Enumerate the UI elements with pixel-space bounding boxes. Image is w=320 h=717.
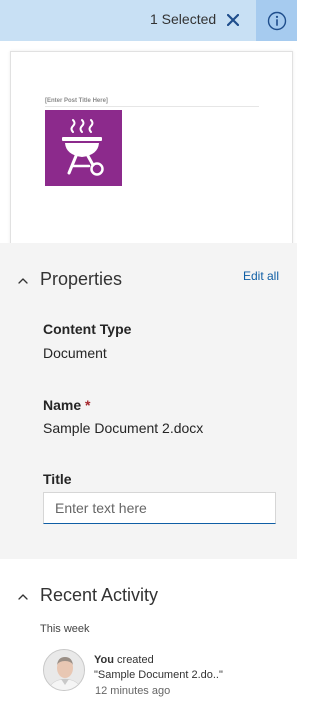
- info-pane-button[interactable]: [256, 0, 297, 41]
- avatar[interactable]: [43, 649, 85, 691]
- activity-period-label: This week: [40, 623, 90, 635]
- title-divider: [45, 106, 259, 107]
- selection-count: 1 Selected: [150, 11, 217, 27]
- clear-selection-button[interactable]: [222, 8, 244, 32]
- edit-all-link[interactable]: Edit all: [243, 269, 279, 283]
- name-label: Name *: [43, 397, 90, 413]
- name-value: Sample Document 2.docx: [43, 420, 204, 436]
- name-label-text: Name: [43, 397, 82, 413]
- recent-activity-title: Recent Activity: [40, 585, 159, 605]
- required-marker: *: [85, 397, 91, 413]
- document-page-thumbnail: [Enter Post Title Here]: [10, 51, 293, 251]
- recent-activity-section: Recent Activity This week You created "S…: [0, 559, 297, 717]
- grill-logo: [45, 110, 122, 186]
- chevron-up-icon[interactable]: [17, 275, 29, 287]
- grill-icon: [61, 119, 104, 176]
- content-type-value: Document: [43, 345, 107, 361]
- activity-actor: You: [94, 654, 114, 666]
- properties-title: Properties: [40, 269, 123, 289]
- activity-time: 12 minutes ago: [95, 685, 171, 697]
- chevron-up-icon[interactable]: [17, 591, 29, 603]
- title-label: Title: [43, 471, 72, 487]
- selection-header: 1 Selected: [0, 0, 297, 41]
- recent-activity-header: Recent Activity: [0, 582, 297, 612]
- post-title-placeholder: [Enter Post Title Here]: [45, 98, 108, 104]
- close-icon: [227, 14, 239, 26]
- activity-action: created: [117, 654, 154, 666]
- info-icon: [267, 11, 286, 30]
- content-type-label: Content Type: [43, 321, 132, 337]
- user-photo: [44, 650, 84, 690]
- title-input[interactable]: [43, 492, 276, 524]
- activity-document[interactable]: "Sample Document 2.do..": [94, 669, 223, 681]
- document-preview[interactable]: [Enter Post Title Here]: [0, 41, 297, 251]
- properties-section: Properties Edit all Content Type Documen…: [0, 243, 297, 559]
- activity-summary: You created: [94, 654, 154, 666]
